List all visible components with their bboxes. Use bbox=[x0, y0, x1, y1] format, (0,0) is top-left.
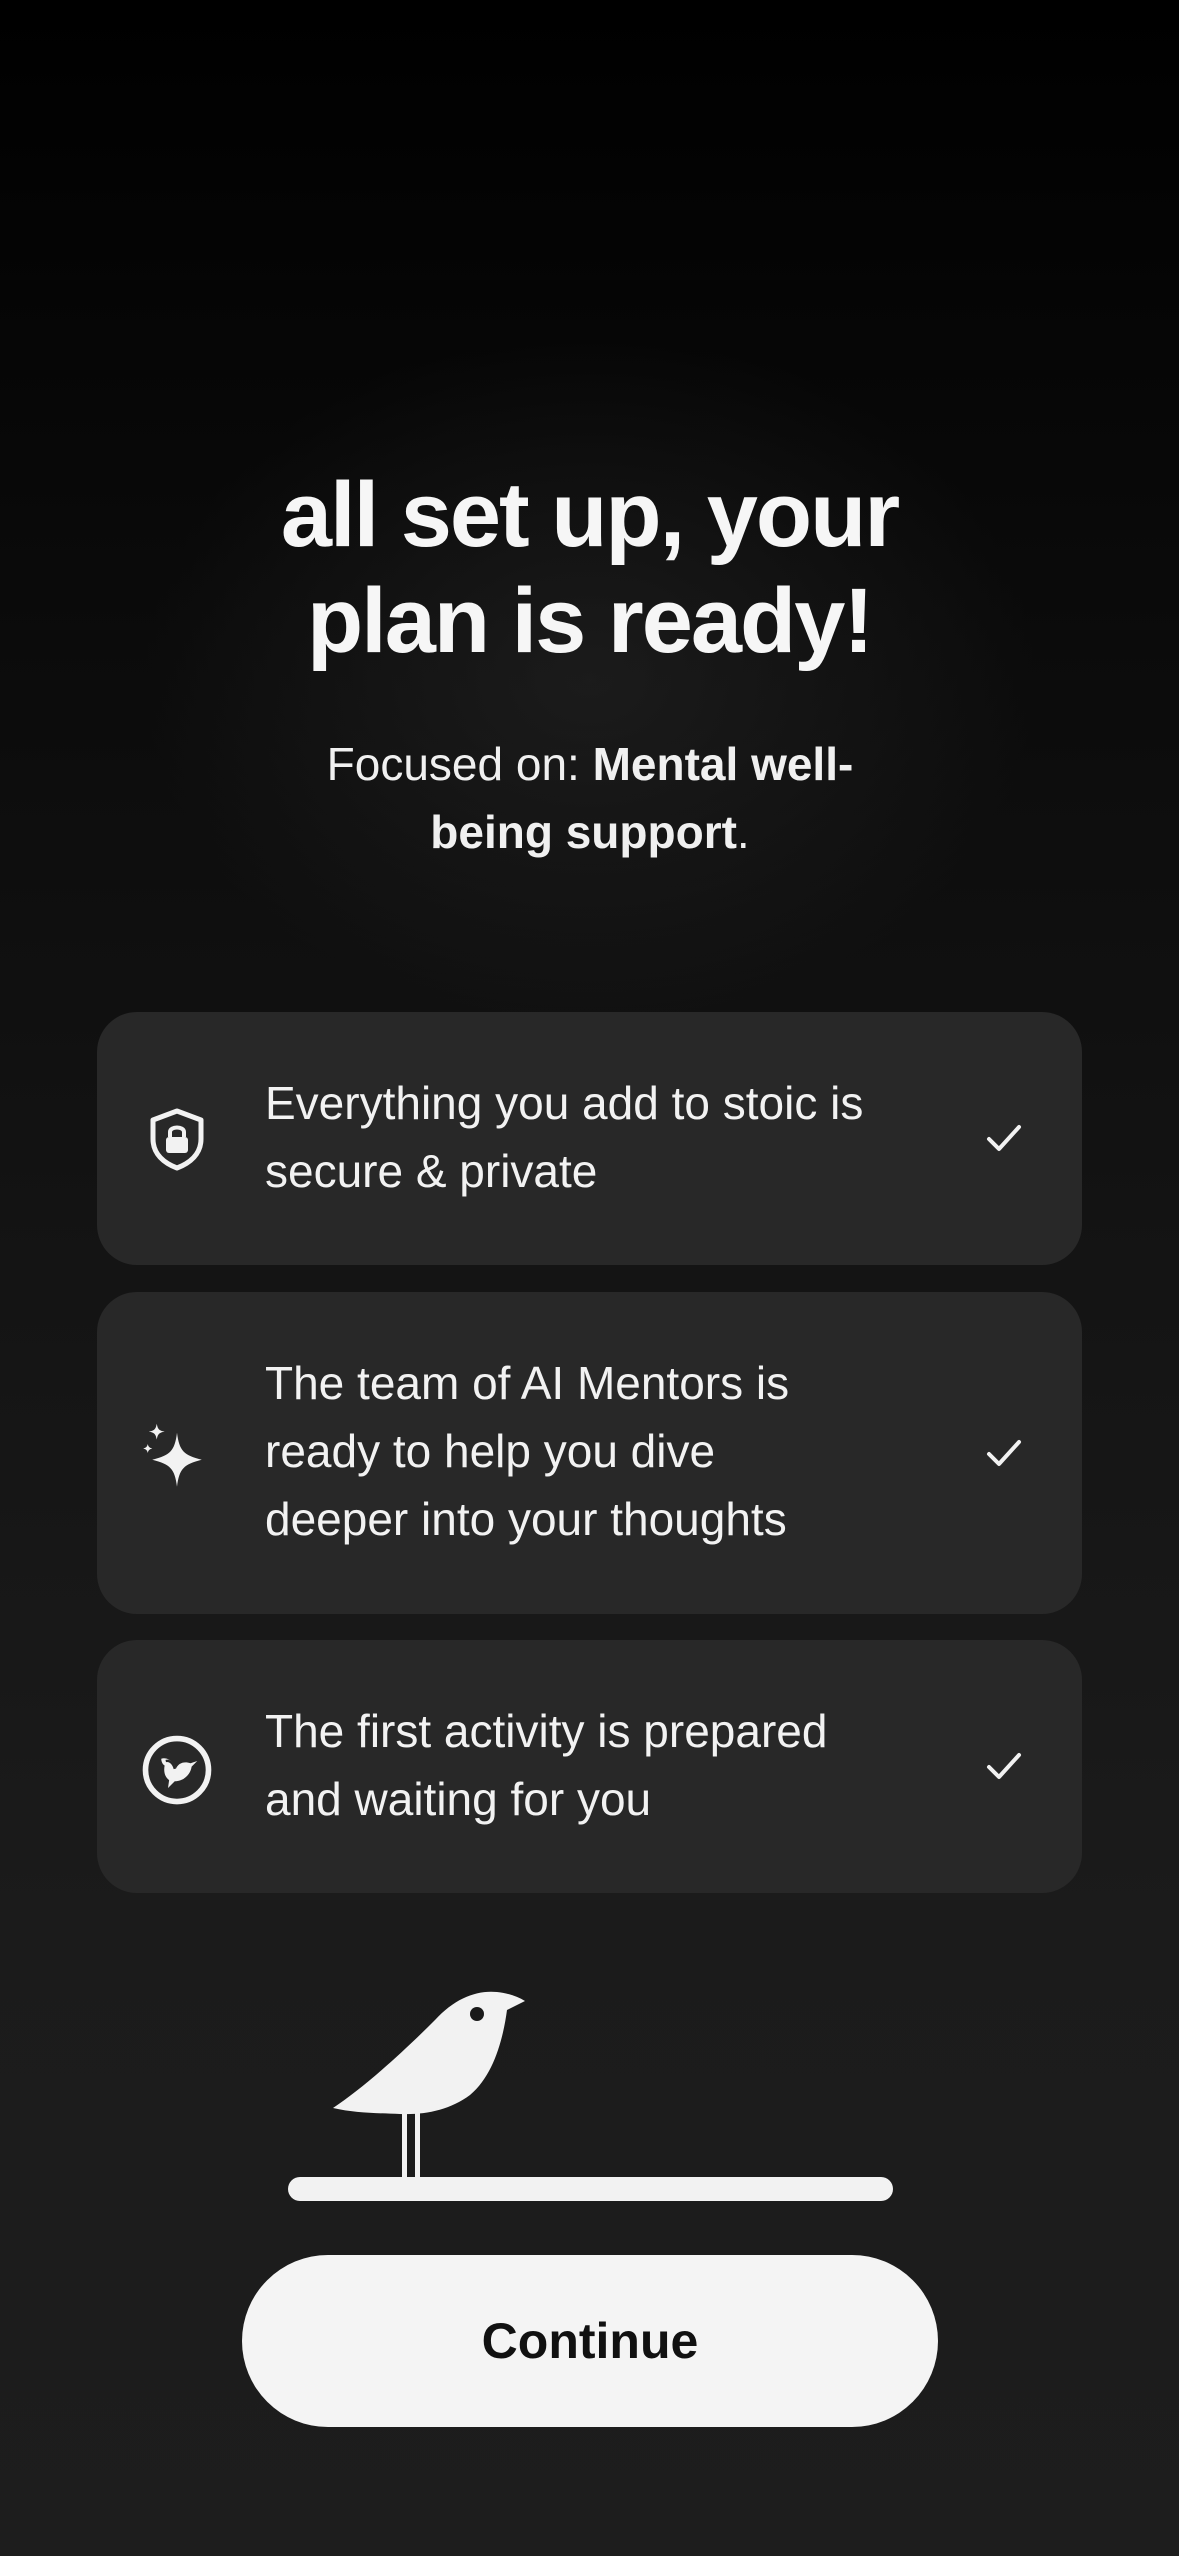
continue-button[interactable]: Continue bbox=[242, 2255, 938, 2427]
bird-on-progress-bar-illustration bbox=[288, 1991, 893, 2201]
focus-subtitle: Focused on: Mental well- being support. bbox=[250, 730, 930, 866]
feature-ai-line-1: The team of AI Mentors is bbox=[265, 1357, 790, 1409]
feature-text-privacy: Everything you add to stoic is secure & … bbox=[265, 1069, 955, 1205]
feature-text-first-activity: The first activity is prepared and waiti… bbox=[265, 1697, 955, 1833]
feature-privacy-line-2: secure & private bbox=[265, 1145, 598, 1197]
feature-activity-line-2: and waiting for you bbox=[265, 1773, 652, 1825]
feature-card-ai-mentors: The team of AI Mentors is ready to help … bbox=[97, 1292, 1082, 1614]
feature-text-ai-mentors: The team of AI Mentors is ready to help … bbox=[265, 1349, 955, 1553]
focus-value-part-2: being support bbox=[430, 806, 737, 858]
check-icon bbox=[987, 1753, 1021, 1779]
plan-ready-screen: all set up, your plan is ready! Focused … bbox=[0, 0, 1179, 2556]
focus-prefix: Focused on: bbox=[326, 738, 593, 790]
page-title: all set up, your plan is ready! bbox=[0, 462, 1179, 674]
hummingbird-icon bbox=[142, 1735, 212, 1805]
shield-lock-icon bbox=[150, 1108, 204, 1171]
check-icon bbox=[987, 1125, 1021, 1151]
feature-activity-line-1: The first activity is prepared bbox=[265, 1705, 828, 1757]
feature-card-privacy: Everything you add to stoic is secure & … bbox=[97, 1012, 1082, 1265]
title-line-1: all set up, your bbox=[280, 464, 900, 566]
background-glow bbox=[140, 330, 1040, 1030]
focus-suffix: . bbox=[736, 806, 750, 858]
feature-ai-line-3: deeper into your thoughts bbox=[265, 1493, 787, 1545]
focus-value-part-1: Mental well- bbox=[592, 738, 854, 790]
feature-ai-line-2: ready to help you dive bbox=[265, 1425, 716, 1477]
title-line-2: plan is ready! bbox=[306, 570, 874, 672]
feature-privacy-line-1: Everything you add to stoic is bbox=[265, 1077, 864, 1129]
check-icon bbox=[987, 1440, 1021, 1466]
sparkles-icon bbox=[143, 1423, 202, 1487]
feature-card-first-activity: The first activity is prepared and waiti… bbox=[97, 1640, 1082, 1893]
progress-bar bbox=[288, 2177, 893, 2201]
